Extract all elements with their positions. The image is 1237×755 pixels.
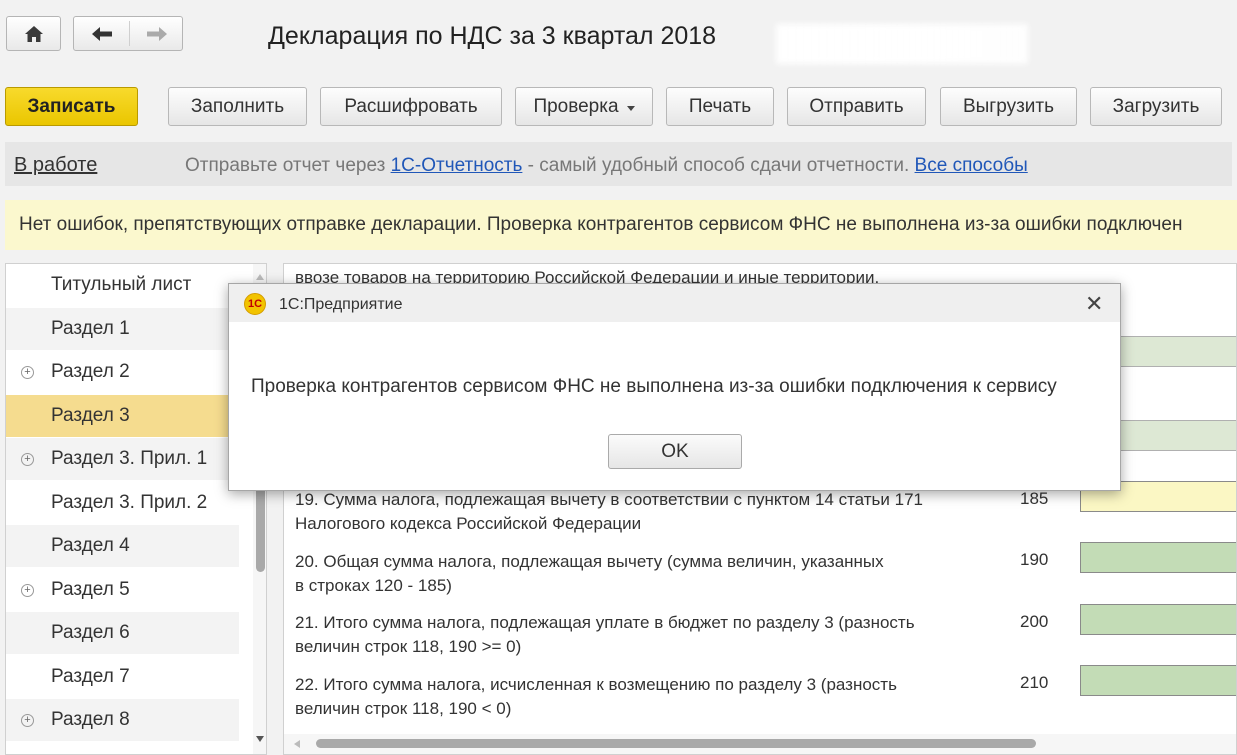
value-field-210[interactable] bbox=[1080, 665, 1236, 696]
sidebar-item-section-7[interactable]: Раздел 7 bbox=[6, 656, 239, 699]
sidebar-item-label: Раздел 7 bbox=[51, 666, 130, 687]
row-code-190: 190 bbox=[1020, 550, 1049, 569]
sidebar-item-title-page[interactable]: Титульный лист bbox=[6, 264, 239, 307]
value-field-190[interactable] bbox=[1080, 542, 1236, 573]
import-button[interactable]: Загрузить bbox=[1090, 87, 1222, 126]
check-button-label: Проверка bbox=[533, 95, 619, 117]
page-title: Декларация по НДС за 3 квартал 2018 bbox=[268, 22, 717, 50]
sidebar-item-label: Раздел 3. Прил. 1 bbox=[51, 448, 208, 469]
close-icon[interactable]: ✕ bbox=[1085, 291, 1103, 317]
decode-button[interactable]: Расшифровать bbox=[320, 87, 502, 126]
plus-circle-icon[interactable]: + bbox=[21, 452, 34, 466]
home-icon bbox=[24, 25, 43, 42]
row-20-line-2: в строках 120 - 185) bbox=[295, 576, 452, 595]
dialog-title: 1С:Предприятие bbox=[279, 296, 403, 313]
sidebar-item-label: Раздел 5 bbox=[51, 579, 130, 600]
check-dropdown-button[interactable]: Проверка bbox=[515, 87, 653, 126]
reporting-info: Отправьте отчет через 1С-Отчетность - са… bbox=[185, 155, 1028, 177]
notice-text: Нет ошибок, препятствующих отправке декл… bbox=[19, 214, 1183, 235]
redacted-area bbox=[776, 24, 1028, 64]
row-21-line-1: 21. Итого сумма налога, подлежащая уплат… bbox=[295, 613, 915, 632]
form-row-21: 21. Итого сумма налога, подлежащая уплат… bbox=[295, 611, 915, 659]
sidebar-item-label: Раздел 6 bbox=[51, 622, 130, 643]
history-nav bbox=[73, 16, 183, 51]
dialog-message: Проверка контрагентов сервисом ФНС не вы… bbox=[251, 376, 1057, 397]
status-bar: В работе Отправьте отчет через 1С-Отчетн… bbox=[5, 142, 1232, 186]
sidebar-item-label: Раздел 2 bbox=[51, 361, 130, 382]
form-row-20: 20. Общая сумма налога, подлежащая вычет… bbox=[295, 550, 884, 598]
sidebar-item-section-3-app-2[interactable]: Раздел 3. Прил. 2 bbox=[6, 482, 239, 525]
sidebar-item-section-3-app-1[interactable]: + Раздел 3. Прил. 1 bbox=[6, 438, 239, 481]
scroll-left-icon[interactable] bbox=[294, 740, 300, 748]
chevron-down-icon bbox=[626, 105, 635, 111]
sidebar-item-section-4[interactable]: Раздел 4 bbox=[6, 525, 239, 568]
sidebar-item-section-2[interactable]: + Раздел 2 bbox=[6, 351, 239, 394]
plus-circle-icon[interactable]: + bbox=[21, 365, 34, 379]
sidebar-item-label: Раздел 3 bbox=[51, 405, 130, 426]
row-19-line-2: Налогового кодекса Российской Федерации bbox=[295, 514, 642, 533]
dialog-header: 1С 1С:Предприятие ✕ bbox=[229, 284, 1120, 322]
form-row-22: 22. Итого сумма налога, исчисленная к во… bbox=[295, 673, 897, 721]
home-button[interactable] bbox=[6, 16, 61, 51]
sidebar-item-section-5[interactable]: + Раздел 5 bbox=[6, 569, 239, 612]
form-scroll-thumb[interactable] bbox=[316, 739, 1036, 748]
row-19-line-1: 19. Сумма налога, подлежащая вычету в со… bbox=[295, 490, 923, 509]
save-button[interactable]: Записать bbox=[5, 87, 138, 126]
plus-circle-icon[interactable]: + bbox=[21, 583, 34, 597]
form-row-19: 19. Сумма налога, подлежащая вычету в со… bbox=[295, 488, 923, 536]
status-link[interactable]: В работе bbox=[14, 154, 97, 177]
sidebar-item-section-1[interactable]: Раздел 1 bbox=[6, 308, 239, 351]
sidebar-item-section-8[interactable]: + Раздел 8 bbox=[6, 699, 239, 742]
ok-button[interactable]: OK bbox=[608, 434, 742, 469]
fill-button[interactable]: Заполнить bbox=[168, 87, 307, 126]
reporting-info-suffix: - самый удобный способ сдачи отчетности. bbox=[522, 155, 915, 176]
sidebar-item-label: Раздел 8 bbox=[51, 709, 130, 730]
row-code-210: 210 bbox=[1020, 673, 1049, 692]
check-notice: Нет ошибок, препятствующих отправке декл… bbox=[5, 200, 1237, 250]
sidebar-item-label: Раздел 3. Прил. 2 bbox=[51, 492, 208, 513]
1c-logo-icon: 1С bbox=[244, 293, 266, 315]
row-20-line-1: 20. Общая сумма налога, подлежащая вычет… bbox=[295, 552, 884, 571]
sidebar-item-section-6[interactable]: Раздел 6 bbox=[6, 612, 239, 655]
sidebar-item-label: Раздел 1 bbox=[51, 318, 130, 339]
form-horizontal-scrollbar[interactable] bbox=[284, 734, 1236, 754]
plus-circle-icon[interactable]: + bbox=[21, 713, 34, 727]
scroll-down-icon[interactable] bbox=[256, 736, 264, 742]
all-methods-link[interactable]: Все способы bbox=[915, 155, 1028, 176]
sidebar-item-section-3[interactable]: Раздел 3 bbox=[6, 395, 256, 438]
row-21-line-2: величин строк 118, 190 >= 0) bbox=[295, 637, 522, 656]
row-22-line-1: 22. Итого сумма налога, исчисленная к во… bbox=[295, 675, 897, 694]
sidebar-item-label: Раздел 4 bbox=[51, 535, 130, 556]
value-field-200[interactable] bbox=[1080, 604, 1236, 635]
back-button[interactable] bbox=[74, 17, 129, 50]
error-dialog: 1С 1С:Предприятие ✕ Проверка контрагенто… bbox=[228, 283, 1121, 491]
arrow-left-icon bbox=[91, 26, 112, 41]
row-code-200: 200 bbox=[1020, 612, 1049, 631]
print-button[interactable]: Печать bbox=[666, 87, 774, 126]
export-button[interactable]: Выгрузить bbox=[940, 87, 1077, 126]
reporting-info-prefix: Отправьте отчет через bbox=[185, 155, 391, 176]
forward-button[interactable] bbox=[130, 17, 183, 50]
1c-reporting-link[interactable]: 1С-Отчетность bbox=[391, 155, 523, 176]
sidebar-item-label: Титульный лист bbox=[51, 274, 192, 295]
send-button[interactable]: Отправить bbox=[787, 87, 926, 126]
scroll-up-icon[interactable] bbox=[256, 274, 264, 280]
arrow-right-icon bbox=[146, 26, 167, 41]
row-code-185: 185 bbox=[1020, 489, 1049, 508]
row-22-line-2: величин строк 118, 190 < 0) bbox=[295, 699, 512, 718]
